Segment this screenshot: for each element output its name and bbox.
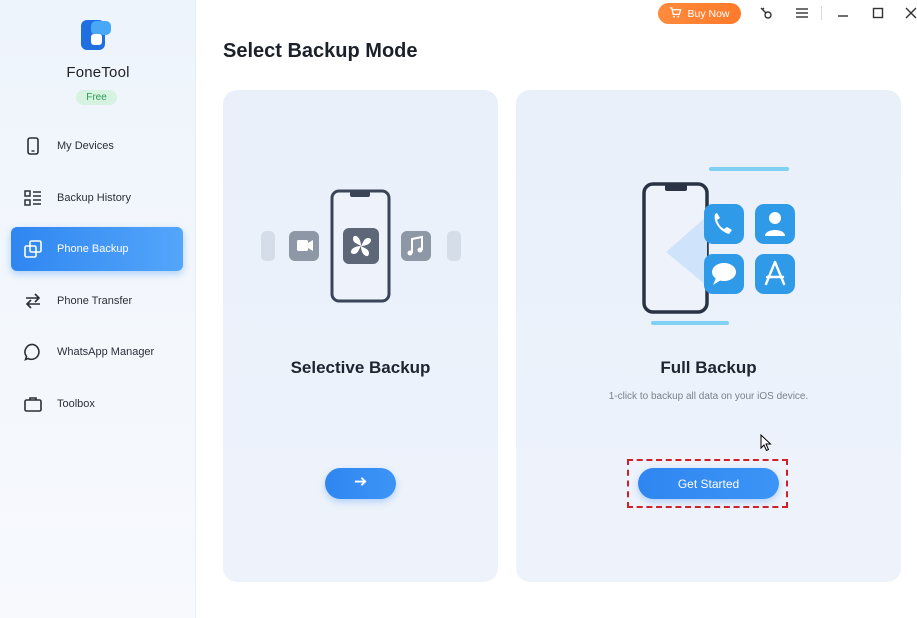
buy-now-label: Buy Now (687, 7, 730, 20)
cart-icon (669, 6, 682, 22)
full-backup-illustration (642, 167, 795, 325)
sidebar-item-phone-backup[interactable]: Phone Backup (11, 227, 183, 271)
sidebar-item-phone-transfer[interactable]: Phone Transfer (11, 279, 183, 323)
close-icon[interactable] (903, 5, 917, 21)
phone-icon (23, 136, 43, 156)
full-backup-description: 1-click to backup all data on your iOS d… (608, 391, 809, 402)
full-backup-title: Full Backup (660, 358, 757, 377)
selective-backup-next-button[interactable] (325, 468, 396, 499)
free-badge: Free (76, 90, 117, 105)
page-title: Select Backup Mode (223, 40, 418, 62)
sidebar-item-label: Phone Backup (57, 243, 129, 255)
chat-bubble-icon (23, 342, 43, 362)
sidebar-nav: My Devices Backup History Phone Backup P… (11, 124, 183, 433)
minimize-icon[interactable] (835, 5, 851, 21)
sidebar-item-label: Phone Transfer (57, 294, 133, 307)
get-started-button[interactable]: Get Started (638, 468, 779, 499)
sidebar-item-toolbox[interactable]: Toolbox (11, 382, 183, 426)
transfer-arrows-icon (23, 291, 43, 311)
sidebar-item-my-devices[interactable]: My Devices (11, 124, 183, 168)
sidebar-item-backup-history[interactable]: Backup History (11, 176, 183, 220)
selective-backup-title: Selective Backup (290, 358, 431, 377)
fonetool-logo-icon (79, 18, 113, 52)
buy-now-button[interactable]: Buy Now (658, 3, 741, 24)
mouse-cursor-icon (760, 433, 772, 457)
sidebar-item-label: My Devices (57, 140, 114, 152)
key-icon[interactable] (758, 5, 774, 21)
sidebar: FoneTool Free My Devices Backup History … (0, 0, 196, 618)
list-icon (23, 188, 43, 208)
selective-backup-illustration (261, 189, 461, 303)
maximize-icon[interactable] (870, 5, 886, 21)
sidebar-item-label: Toolbox (57, 397, 95, 410)
titlebar-divider (821, 6, 822, 20)
toolbox-icon (23, 394, 43, 414)
sidebar-item-whatsapp-manager[interactable]: WhatsApp Manager (11, 330, 183, 374)
app-name: FoneTool (66, 64, 130, 81)
sidebar-item-label: Backup History (57, 191, 131, 204)
menu-icon[interactable] (794, 5, 810, 21)
full-backup-card[interactable]: Full Backup 1-click to backup all data o… (516, 90, 901, 582)
arrow-right-icon (353, 474, 368, 494)
sidebar-item-label: WhatsApp Manager (57, 346, 155, 358)
selective-backup-card[interactable]: Selective Backup (223, 90, 498, 582)
backup-icon (23, 239, 43, 259)
